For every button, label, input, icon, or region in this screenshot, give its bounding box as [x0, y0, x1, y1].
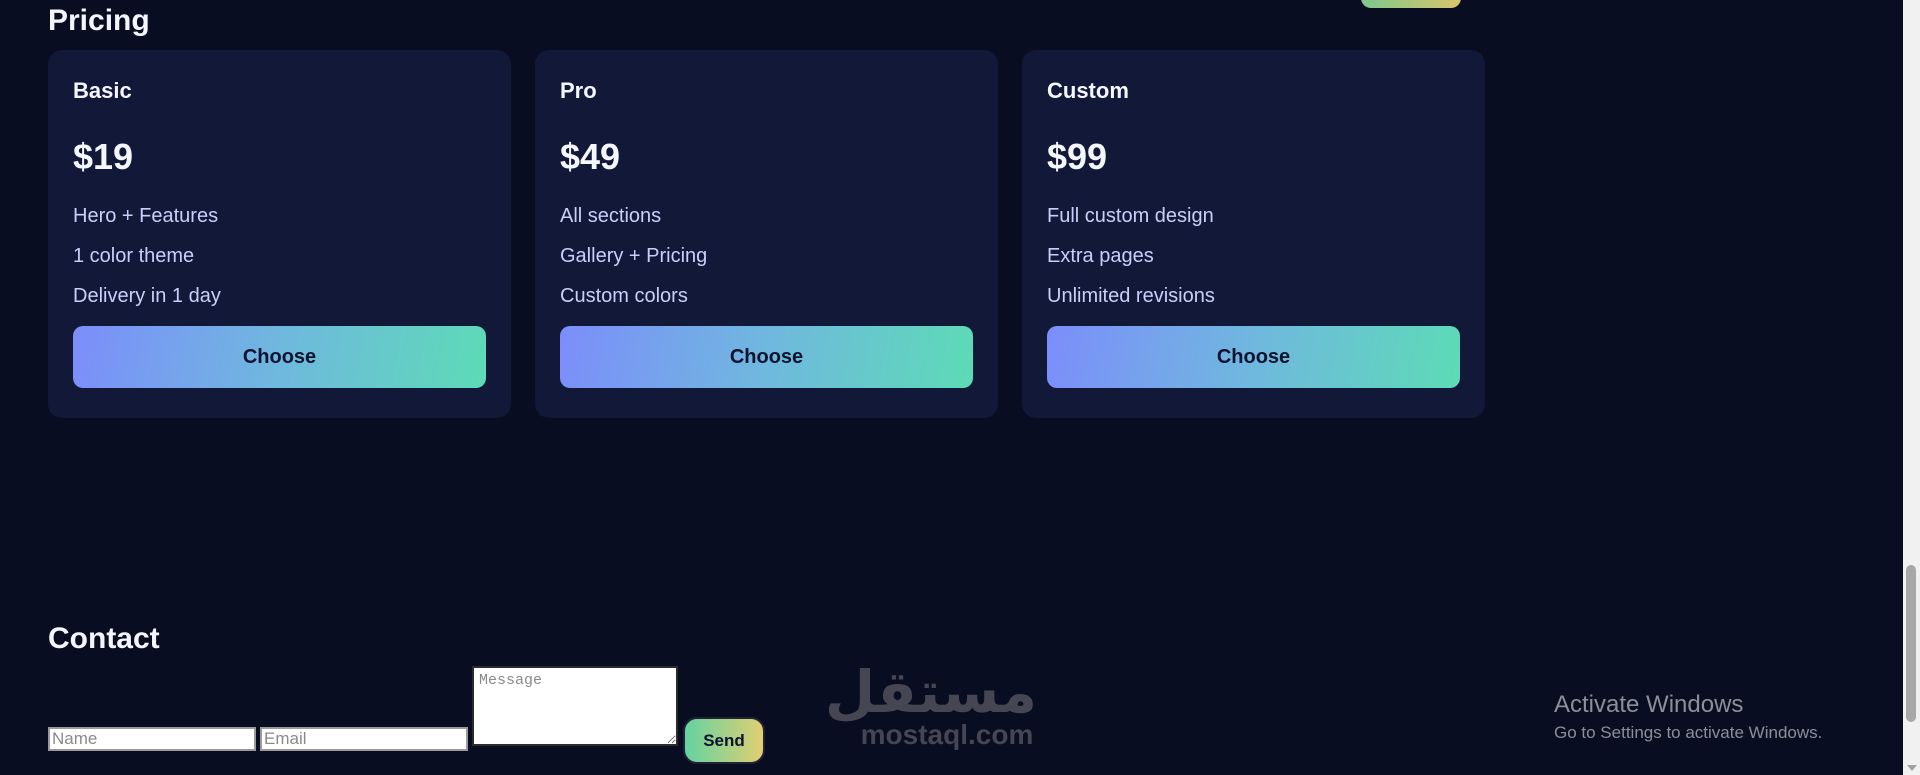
pricing-card-basic: Basic $19 Hero + Features 1 color theme … [48, 50, 511, 418]
plan-feature: Unlimited revisions [1047, 285, 1215, 307]
activate-windows-title: Activate Windows [1554, 691, 1744, 718]
vertical-scrollbar[interactable] [1903, 0, 1920, 775]
plan-name: Basic [73, 78, 132, 103]
mostaql-watermark: مستقل mostaql.com [824, 658, 1037, 750]
activate-windows-subtitle: Go to Settings to activate Windows. [1554, 723, 1823, 742]
plan-feature: Delivery in 1 day [73, 285, 221, 307]
plan-feature: Extra pages [1047, 245, 1154, 267]
name-input[interactable] [48, 727, 256, 751]
contact-form: Send [48, 666, 788, 766]
plan-features: Hero + Features 1 color theme Delivery i… [73, 204, 486, 308]
plan-feature: Gallery + Pricing [560, 245, 708, 267]
plan-feature: Custom colors [560, 285, 688, 307]
header-cta-button-partial[interactable] [1361, 0, 1461, 8]
activate-windows-overlay: Activate Windows Go to Settings to activ… [1554, 690, 1822, 744]
plan-feature: 1 color theme [73, 245, 195, 267]
scrollbar-thumb[interactable] [1906, 565, 1916, 722]
plan-price: $99 [1047, 136, 1108, 177]
choose-basic-button[interactable]: Choose [73, 326, 486, 388]
plan-feature: Hero + Features [73, 205, 219, 227]
send-button[interactable]: Send [683, 717, 765, 764]
page: Pricing Basic $19 Hero + Features 1 colo… [0, 0, 1920, 775]
watermark-arabic-text: مستقل [824, 658, 1037, 726]
plan-features: All sections Gallery + Pricing Custom co… [560, 204, 973, 308]
pricing-card-custom: Custom $99 Full custom design Extra page… [1022, 50, 1485, 418]
plan-features: Full custom design Extra pages Unlimited… [1047, 204, 1460, 308]
watermark-latin-text: mostaql.com [860, 719, 1034, 750]
main-content: Pricing Basic $19 Hero + Features 1 colo… [0, 0, 1900, 775]
choose-custom-button[interactable]: Choose [1047, 326, 1460, 388]
choose-pro-button[interactable]: Choose [560, 326, 973, 388]
email-input[interactable] [260, 727, 468, 751]
scroll-down-arrow-icon[interactable] [1907, 765, 1917, 771]
contact-title: Contact [48, 622, 160, 655]
pricing-card-pro: Pro $49 All sections Gallery + Pricing C… [535, 50, 998, 418]
plan-price: $19 [73, 136, 134, 177]
pricing-title: Pricing [48, 4, 150, 37]
pricing-cards: Basic $19 Hero + Features 1 color theme … [48, 50, 1485, 418]
plan-price: $49 [560, 136, 621, 177]
message-textarea[interactable] [472, 666, 678, 746]
plan-name: Pro [560, 78, 597, 103]
plan-feature: All sections [560, 205, 662, 227]
plan-name: Custom [1047, 78, 1129, 103]
plan-feature: Full custom design [1047, 205, 1214, 227]
